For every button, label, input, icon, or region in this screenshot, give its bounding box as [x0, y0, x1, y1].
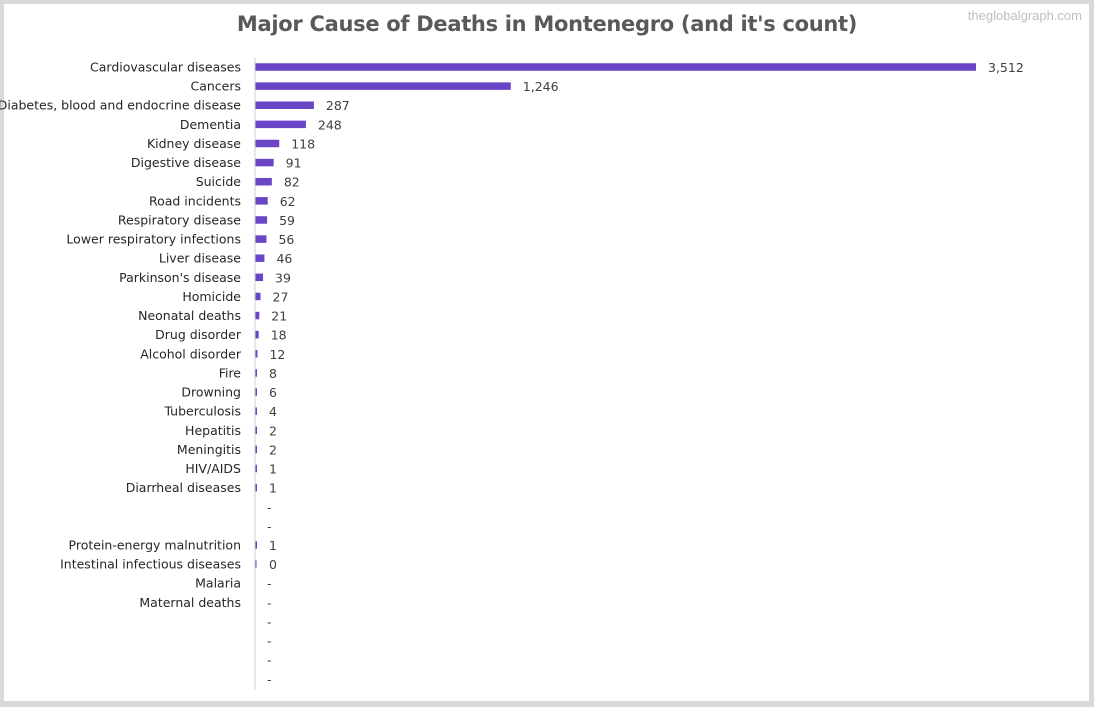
category-label: Meningitis	[177, 442, 241, 457]
category-label: Cardiovascular diseases	[90, 60, 241, 75]
value-label: 118	[291, 136, 315, 151]
category-label: Suicide	[196, 174, 242, 189]
category-label: Diabetes, blood and endocrine disease	[0, 98, 241, 113]
value-label: 59	[279, 213, 295, 228]
category-label: Dementia	[180, 117, 241, 132]
category-label: Digestive disease	[131, 155, 241, 170]
bar	[255, 101, 314, 109]
value-label: -	[267, 595, 272, 610]
category-label: Drowning	[181, 385, 241, 400]
value-label: 1	[269, 462, 277, 477]
category-label: Alcohol disorder	[140, 346, 242, 361]
bar	[255, 82, 511, 90]
category-label: HIV/AIDS	[185, 461, 241, 476]
value-label: 248	[318, 117, 342, 132]
value-label: 4	[269, 404, 277, 419]
bar	[255, 292, 261, 301]
category-label: Drug disorder	[155, 327, 242, 342]
category-label: Protein-energy malnutrition	[69, 538, 241, 553]
value-label: -	[267, 614, 272, 629]
value-label: 46	[276, 251, 292, 266]
value-label: 3,512	[988, 60, 1024, 75]
category-label: Respiratory disease	[118, 212, 241, 227]
value-label: 82	[284, 175, 300, 190]
category-label: Fire	[219, 365, 242, 380]
bar	[255, 139, 280, 148]
value-label: 91	[286, 156, 302, 171]
value-label: 56	[278, 232, 294, 247]
bar	[255, 216, 268, 224]
category-label: Cancers	[190, 79, 241, 94]
value-label: 0	[269, 557, 277, 572]
value-label: -	[267, 500, 272, 515]
category-label: Tuberculosis	[163, 404, 241, 419]
bar	[255, 63, 976, 71]
category-label: Kidney disease	[147, 136, 241, 151]
value-label: 8	[269, 366, 277, 381]
bar	[255, 330, 259, 339]
value-label: 287	[326, 98, 350, 113]
category-label: Liver disease	[159, 251, 241, 266]
category-label: Road incidents	[149, 193, 241, 208]
category-label: Diarrheal diseases	[126, 480, 241, 495]
bar	[255, 177, 272, 186]
bar	[255, 197, 268, 205]
category-label: Hepatitis	[185, 423, 241, 438]
value-label: 6	[269, 385, 277, 400]
bar	[255, 311, 260, 320]
category-label: Homicide	[182, 289, 241, 304]
value-label: 1	[269, 538, 277, 553]
category-label: Maternal deaths	[139, 595, 241, 610]
category-label: Parkinson's disease	[119, 270, 241, 285]
bar	[255, 235, 267, 243]
category-label: Lower respiratory infections	[66, 232, 241, 247]
value-label: 39	[275, 270, 291, 285]
value-label: 12	[269, 347, 285, 362]
value-label: 27	[273, 289, 289, 304]
value-label: 1,246	[523, 79, 559, 94]
value-label: 2	[269, 442, 277, 457]
value-label: 1	[269, 481, 277, 496]
bar-chart: Cardiovascular diseases 3,512 Cancers 1,246…	[0, 58, 1024, 690]
bar	[255, 273, 264, 282]
value-label: 21	[271, 309, 287, 324]
bar	[255, 254, 265, 262]
category-label: Malaria	[195, 576, 241, 591]
value-label: -	[267, 672, 272, 687]
value-label: -	[267, 653, 272, 668]
bar	[255, 120, 306, 129]
bar	[255, 158, 274, 167]
category-label: Neonatal deaths	[138, 308, 241, 323]
value-label: -	[267, 576, 272, 591]
category-label: Intestinal infectious diseases	[60, 557, 241, 572]
value-label: 18	[271, 328, 287, 343]
value-label: -	[267, 519, 272, 534]
value-label: 2	[269, 423, 277, 438]
value-label: 62	[280, 194, 296, 209]
value-label: -	[267, 634, 272, 649]
